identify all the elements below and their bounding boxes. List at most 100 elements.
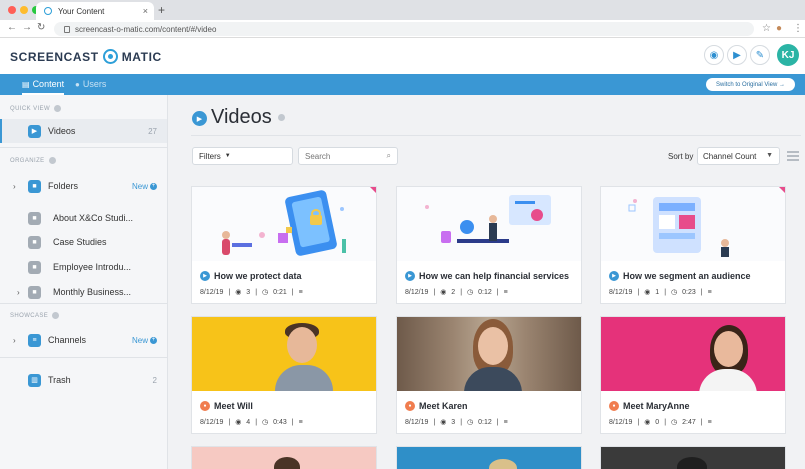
app-header: SCREENCAST MATIC ◉ ▶ ✎ KJ xyxy=(0,38,805,74)
record-video-button[interactable]: ▶ xyxy=(727,45,747,65)
reload-icon[interactable]: ↻ xyxy=(37,22,45,33)
video-card[interactable]: ● Meet MaryAnne 8/12/19 | ◉ 0 | ◷ 2:47 | ≡ xyxy=(600,316,786,434)
sort-select[interactable]: Channel Count ▼ xyxy=(697,147,780,165)
user-avatar[interactable]: KJ xyxy=(777,44,799,66)
person-hair xyxy=(489,459,517,469)
close-window-dot[interactable] xyxy=(8,6,16,14)
address-bar-url: screencast-o-matic.com/content/#/video xyxy=(75,24,217,34)
address-bar[interactable]: screencast-o-matic.com/content/#/video xyxy=(54,22,754,36)
video-card-partial[interactable] xyxy=(600,446,786,469)
showcase-section-label: SHOWCASE xyxy=(10,312,60,319)
menu-icon[interactable]: ≡ xyxy=(299,419,303,426)
sidebar-item-folder[interactable]: ■ About X&Co Studi... xyxy=(0,206,167,230)
tab-content-label: Content xyxy=(32,79,65,89)
video-title[interactable]: ▶ How we can help financial services xyxy=(405,271,569,281)
chevron-right-icon[interactable]: › xyxy=(17,288,20,297)
video-meta: 8/12/19 | ◉ 3 | ◷ 0:12 | ≡ xyxy=(405,418,508,427)
person-shirt xyxy=(699,369,757,391)
screencast-o-matic-logo[interactable]: SCREENCAST MATIC xyxy=(10,49,162,64)
organize-section-label: ORGANIZE xyxy=(10,157,56,164)
video-badge-icon: ▶ xyxy=(200,271,210,281)
video-title[interactable]: ● Meet Will xyxy=(200,401,253,411)
folder-label: Case Studies xyxy=(53,237,107,247)
menu-icon[interactable]: ≡ xyxy=(708,419,712,426)
views-icon: ◉ xyxy=(235,289,242,296)
screenshot-camera-button[interactable]: ◉ xyxy=(704,45,724,65)
chevron-right-icon[interactable]: › xyxy=(13,336,16,345)
search-input[interactable] xyxy=(305,151,375,161)
person-hair xyxy=(274,457,300,469)
site-favicon-icon xyxy=(44,7,52,15)
video-card[interactable]: ▶ How we segment an audience 8/12/19 | ◉ 1… xyxy=(600,186,786,304)
browser-menu-icon[interactable]: ⋮ xyxy=(793,23,803,34)
security-illustration xyxy=(222,190,346,256)
video-badge-icon: ▶ xyxy=(405,271,415,281)
editor-button[interactable]: ✎ xyxy=(750,45,770,65)
video-thumbnail[interactable] xyxy=(192,317,376,391)
switch-to-original-view-button[interactable]: Switch to Original View → xyxy=(706,78,795,91)
sort-by-label: Sort by xyxy=(668,152,694,161)
video-thumbnail[interactable] xyxy=(397,187,581,261)
clock-icon: ◷ xyxy=(671,419,678,426)
sidebar-item-channels-label: Channels xyxy=(48,335,87,345)
new-folder-button[interactable]: New + xyxy=(132,182,157,191)
sidebar-item-folder[interactable]: ■ Case Studies xyxy=(0,230,167,254)
sidebar-item-trash[interactable]: ▥ Trash 2 xyxy=(0,368,167,392)
video-thumbnail[interactable] xyxy=(601,317,785,391)
sidebar-item-folder[interactable]: › ■ Monthly Business... xyxy=(0,280,167,304)
chevron-right-icon[interactable]: › xyxy=(13,182,16,191)
quick-view-section-label: QUICK VIEW xyxy=(10,105,62,112)
menu-icon[interactable]: ≡ xyxy=(504,419,508,426)
list-view-icon[interactable] xyxy=(787,151,799,161)
sidebar-item-folder[interactable]: ■ Employee Introdu... xyxy=(0,255,167,279)
video-meta: 8/12/19 | ◉ 4 | ◷ 0:43 | ≡ xyxy=(200,418,303,427)
video-icon: ▶ xyxy=(28,124,41,138)
video-card[interactable]: ● Meet Karen 8/12/19 | ◉ 3 | ◷ 0:12 | ≡ xyxy=(396,316,582,434)
audience-segment-illustration xyxy=(628,197,729,257)
views-icon: ◉ xyxy=(440,289,447,296)
menu-icon[interactable]: ≡ xyxy=(504,289,508,296)
info-icon xyxy=(48,157,56,164)
video-thumbnail[interactable] xyxy=(192,187,376,261)
search-icon: ⌕ xyxy=(386,151,391,160)
video-meta: 8/12/19 | ◉ 1 | ◷ 0:23 | ≡ xyxy=(609,288,712,297)
menu-icon[interactable]: ≡ xyxy=(708,289,712,296)
video-thumbnail[interactable] xyxy=(397,317,581,391)
video-title[interactable]: ● Meet Karen xyxy=(405,401,468,411)
filters-dropdown[interactable]: Filters ▼ xyxy=(192,147,293,165)
new-channel-button[interactable]: New + xyxy=(132,336,157,345)
sidebar-divider xyxy=(0,303,167,304)
tab-users[interactable]: ● Users xyxy=(75,79,106,89)
menu-icon[interactable]: ≡ xyxy=(299,289,303,296)
video-card[interactable]: ▶ How we protect data 8/12/19 | ◉ 3 | ◷ 0:21… xyxy=(191,186,377,304)
tab-content[interactable]: ▤ Content xyxy=(22,79,65,95)
sidebar-item-videos[interactable]: ▶ Videos 27 xyxy=(0,119,167,143)
trash-count: 2 xyxy=(152,375,157,385)
folder-label: About X&Co Studi... xyxy=(53,213,134,223)
video-card-partial[interactable] xyxy=(191,446,377,469)
sidebar-item-folders[interactable]: › ■ Folders New + xyxy=(0,174,167,198)
video-thumbnail[interactable] xyxy=(601,187,785,261)
video-title[interactable]: ▶ How we segment an audience xyxy=(609,271,751,281)
tab-close-icon[interactable]: × xyxy=(143,6,148,16)
bookmark-star-icon[interactable]: ☆ xyxy=(762,23,771,34)
sidebar-item-channels[interactable]: › ≡ Channels New + xyxy=(0,328,167,352)
new-tab-button[interactable]: + xyxy=(158,3,165,17)
video-card[interactable]: ● Meet Will 8/12/19 | ◉ 4 | ◷ 0:43 | ≡ xyxy=(191,316,377,434)
video-card[interactable]: ▶ How we can help financial services 8/1… xyxy=(396,186,582,304)
browser-tab-strip: Your Content × + xyxy=(0,0,805,20)
video-title[interactable]: ▶ How we protect data xyxy=(200,271,302,281)
back-arrow-icon[interactable]: ← xyxy=(7,22,17,33)
forward-arrow-icon[interactable]: → xyxy=(22,22,32,33)
content-icon: ▤ xyxy=(22,79,30,89)
search-box[interactable]: ⌕ xyxy=(298,147,398,165)
minimize-window-dot[interactable] xyxy=(20,6,28,14)
profile-icon[interactable]: ● xyxy=(776,23,782,34)
video-card-partial[interactable] xyxy=(396,446,582,469)
video-title[interactable]: ● Meet MaryAnne xyxy=(609,401,690,411)
browser-tab[interactable]: Your Content × xyxy=(36,2,154,20)
views-icon: ◉ xyxy=(644,419,651,426)
logo-text-right: MATIC xyxy=(121,49,162,64)
clock-icon: ◷ xyxy=(262,289,269,296)
sidebar-divider xyxy=(0,147,167,148)
